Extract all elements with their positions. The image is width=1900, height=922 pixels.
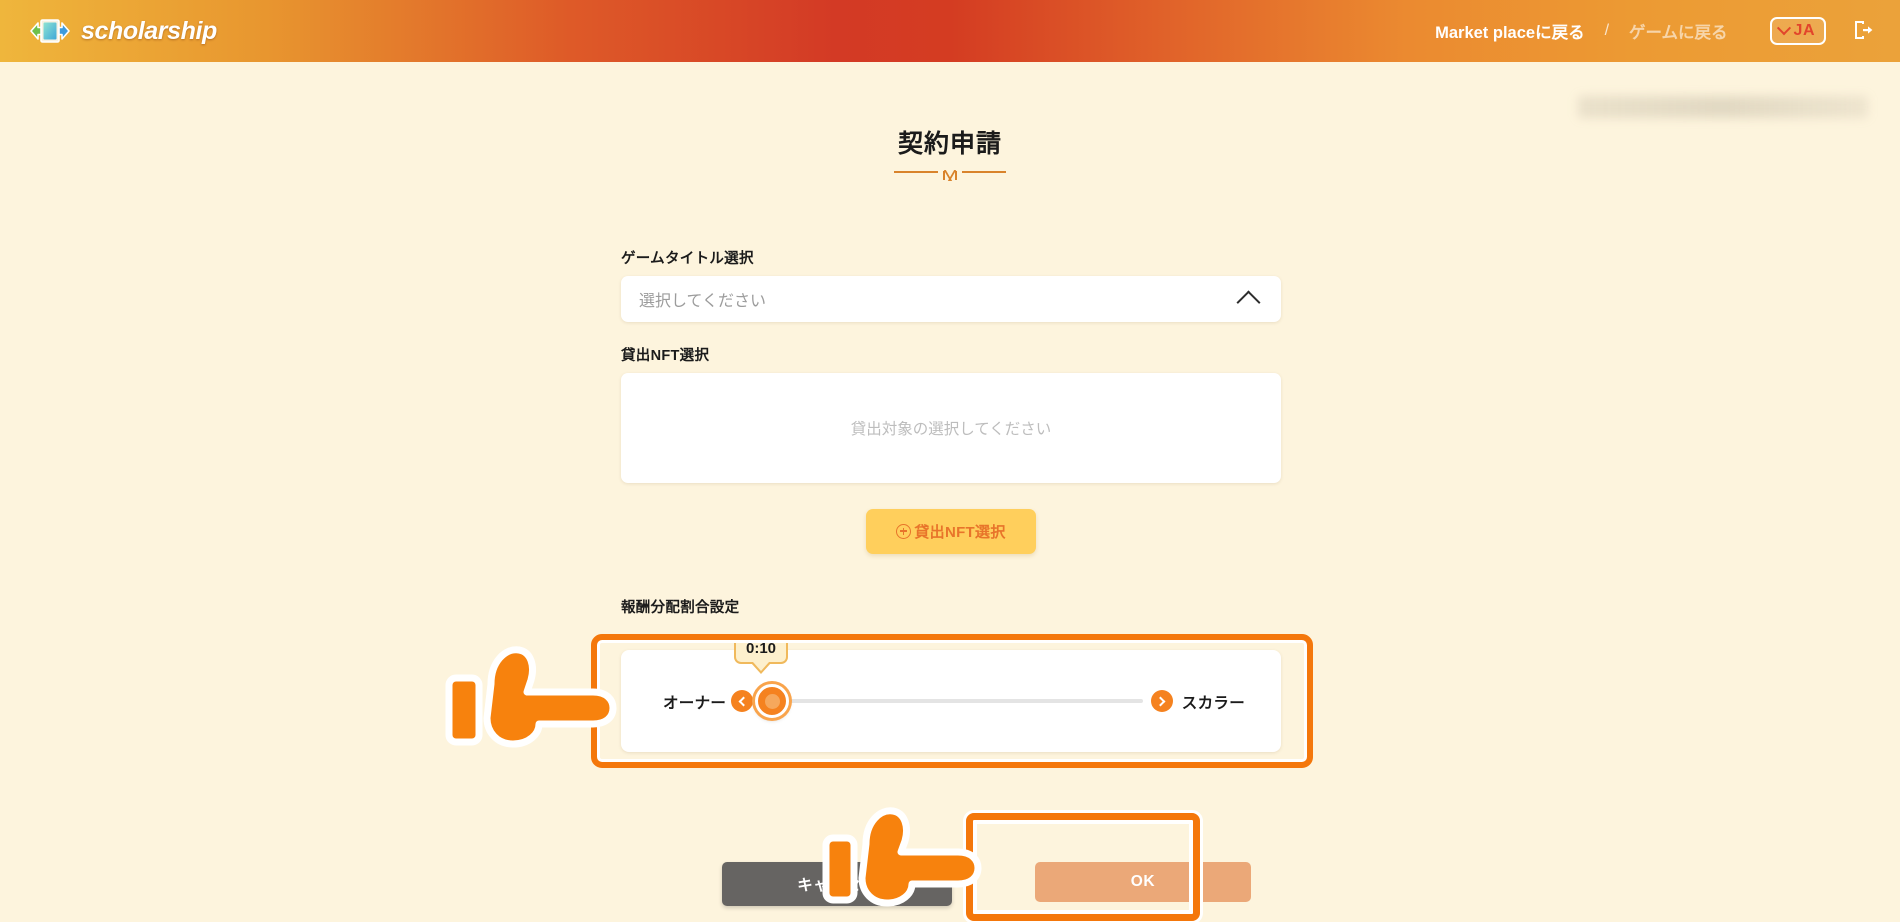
nav-separator: / (1604, 22, 1610, 39)
chevron-down-icon (1776, 21, 1791, 36)
back-to-marketplace-link[interactable]: Market placeに戻る (1429, 15, 1590, 47)
language-value: JA (1793, 22, 1815, 39)
reward-ratio-label: 報酬分配割合設定 (621, 600, 740, 616)
app-header: scholarship Market placeに戻る / ゲームに戻る JA (0, 0, 1900, 62)
ratio-slider-thumb[interactable] (755, 684, 789, 718)
ratio-increment-button[interactable] (1151, 690, 1173, 712)
chevron-left-icon (738, 696, 749, 706)
form-actions: キャンセル OK (621, 802, 1281, 922)
ratio-decrement-button[interactable] (731, 690, 753, 712)
game-title-label: ゲームタイトル選択 (621, 251, 754, 267)
game-title-placeholder: 選択してください (639, 293, 767, 310)
back-to-game-link[interactable]: ゲームに戻る (1623, 15, 1734, 47)
chevron-up-icon (1236, 289, 1261, 315)
logout-button[interactable] (1848, 16, 1878, 46)
title-notch-icon (940, 170, 960, 181)
lending-nft-label: 貸出NFT選択 (621, 348, 710, 364)
reward-ratio-card: オーナー 0:10 スカラー (621, 634, 1281, 752)
logout-icon (1851, 18, 1875, 45)
ok-button[interactable]: OK (1035, 862, 1251, 902)
owner-label: オーナー (663, 695, 727, 712)
language-selector[interactable]: JA (1769, 17, 1826, 45)
cancel-button[interactable]: キャンセル (722, 862, 952, 906)
book-exchange-icon (28, 16, 72, 46)
redacted-wallet-text (1578, 96, 1868, 118)
header-nav: Market placeに戻る / ゲームに戻る JA (1429, 15, 1878, 47)
plus-circle-icon (896, 524, 912, 539)
page-title-block: 契約申請 (0, 124, 1900, 183)
contract-form: ゲームタイトル選択 選択してください 貸出NFT選択 貸出対象の選択してください… (621, 247, 1281, 625)
scholar-label: スカラー (1181, 695, 1245, 712)
hand-pointing-right-icon (443, 642, 628, 752)
page-title: 契約申請 (897, 130, 1002, 158)
add-nft-row: 貸出NFT選択 (621, 509, 1281, 554)
ratio-value-tooltip: 0:10 (734, 634, 789, 674)
add-lending-nft-label: 貸出NFT選択 (914, 524, 1006, 541)
game-title-select[interactable]: 選択してください (621, 276, 1281, 322)
brand-home-link[interactable]: scholarship (28, 16, 217, 46)
page-body: 契約申請 ゲームタイトル選択 選択してください 貸出NFT選択 貸出対象の選択し… (0, 62, 1900, 921)
lending-nft-empty-text: 貸出対象の選択してください (850, 421, 1052, 438)
add-lending-nft-button[interactable]: 貸出NFT選択 (866, 509, 1036, 554)
chevron-right-icon (1155, 696, 1166, 706)
brand-name: scholarship (81, 16, 217, 45)
ratio-slider-track[interactable] (761, 699, 1143, 703)
lending-nft-dropzone[interactable]: 貸出対象の選択してください (621, 373, 1281, 483)
title-underline (894, 170, 1006, 183)
